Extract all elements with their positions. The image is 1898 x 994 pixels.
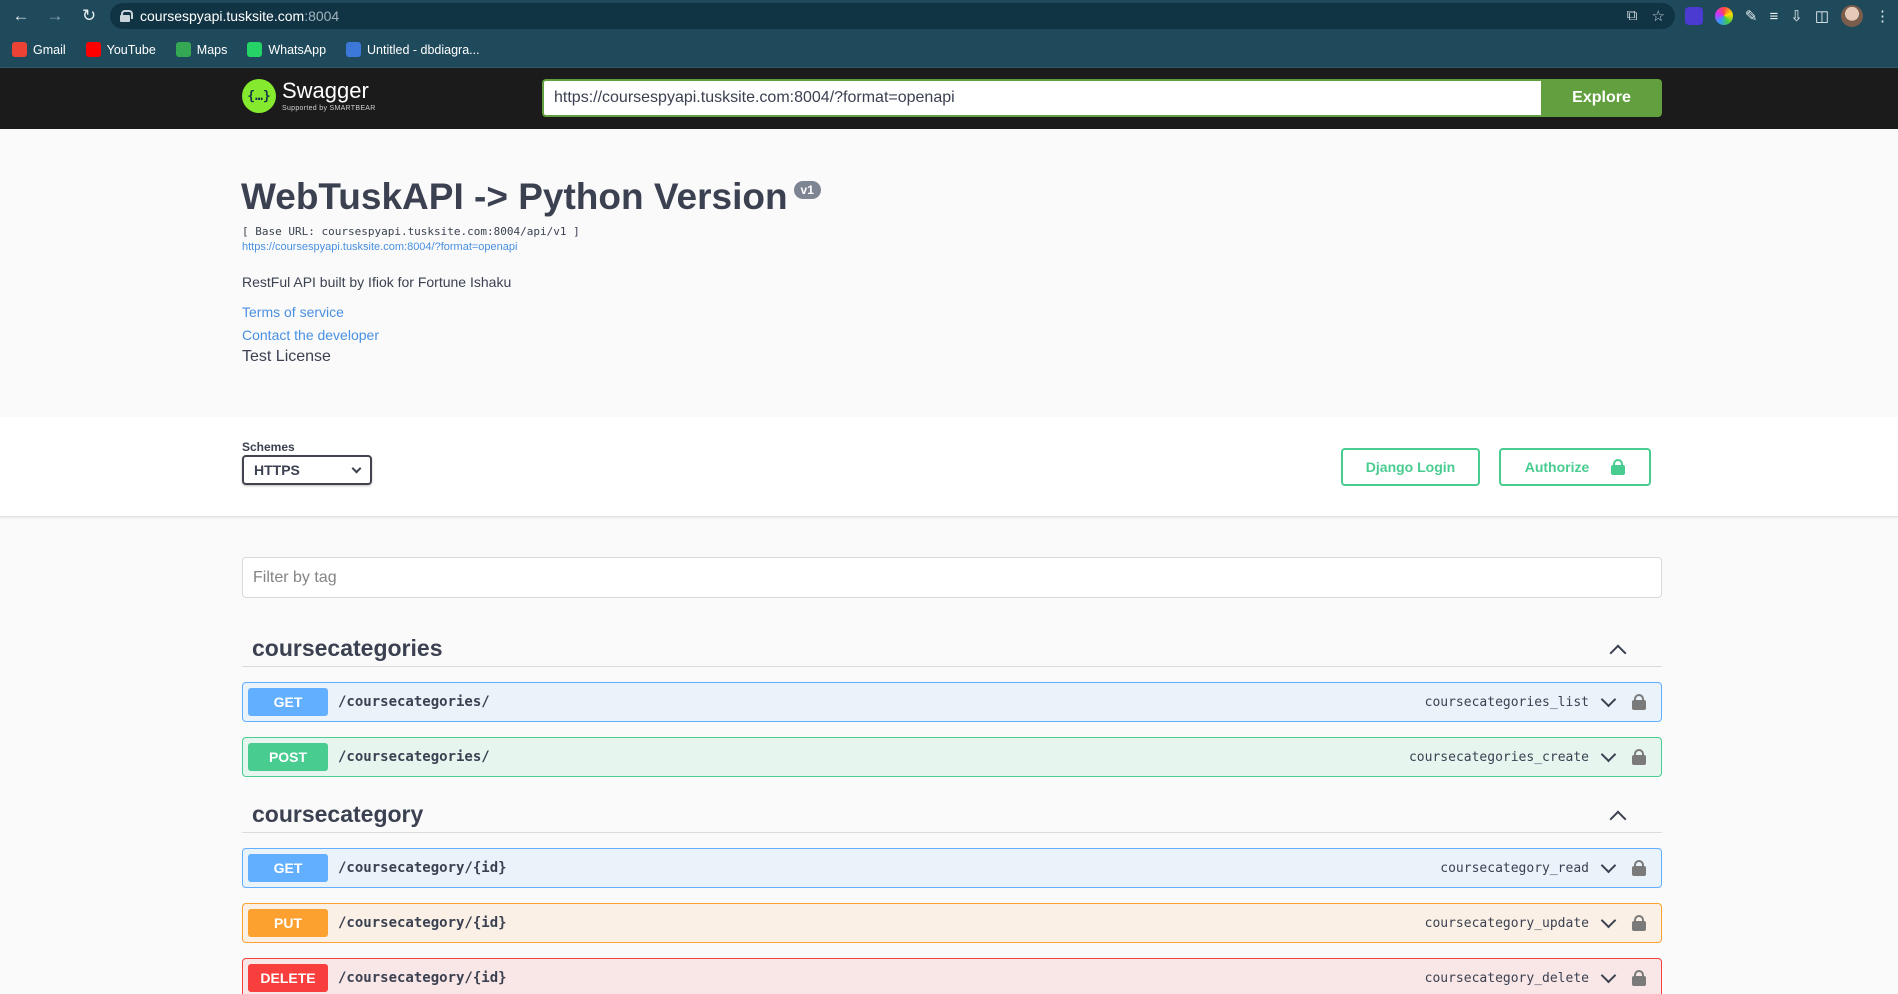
- method-badge: GET: [248, 688, 328, 716]
- method-badge: PUT: [248, 909, 328, 937]
- operation-get[interactable]: GET/coursecategories/coursecategories_li…: [242, 682, 1662, 722]
- browser-toolbar: ← → ↻ coursespyapi.tusksite.com:8004 ⧉ ☆…: [0, 0, 1898, 32]
- reading-list-icon[interactable]: ≡: [1769, 8, 1778, 25]
- bookmark-item[interactable]: Gmail: [12, 42, 66, 57]
- operation-post[interactable]: POST/coursecategories/coursecategories_c…: [242, 737, 1662, 777]
- bookmark-label: YouTube: [106, 42, 156, 57]
- page-title: WebTuskAPI -> Python Version: [241, 176, 788, 217]
- filter-input[interactable]: Filter by tag: [242, 557, 1662, 598]
- bookmarks-bar: Gmail YouTube Maps WhatsApp Untitled - dbdia…: [0, 32, 1898, 68]
- version-badge: v1: [793, 181, 821, 199]
- bookmark-label: Untitled - dbdiagra...: [367, 42, 480, 57]
- operation-put[interactable]: PUT/coursecategory/{id} coursecategory_up…: [242, 903, 1662, 943]
- chevron-up-icon[interactable]: [1609, 810, 1627, 827]
- lock-icon[interactable]: [1632, 749, 1646, 765]
- method-badge: DELETE: [248, 964, 328, 992]
- operation-path: /coursecategory/{id}: [338, 970, 507, 986]
- operation-delete[interactable]: DELETE/coursecategory/{id} coursecategory…: [242, 958, 1662, 994]
- whatsapp-icon: [247, 42, 263, 57]
- bookmark-item[interactable]: YouTube: [85, 42, 156, 57]
- operation-id: coursecategory_delete: [1424, 970, 1589, 986]
- spec-link[interactable]: https://coursespyapi.tusksite.com:8004/?…: [242, 241, 517, 253]
- bookmark-label: Maps: [196, 42, 228, 57]
- tag-header-coursecategories[interactable]: coursecategories: [242, 631, 1662, 667]
- schemes-bar: Schemes HTTPS Django Login Authorize: [0, 417, 1898, 517]
- lock-icon[interactable]: [1632, 694, 1646, 710]
- logo-word: Swagger: [282, 78, 369, 103]
- chevron-down-icon[interactable]: [1600, 967, 1617, 983]
- bookmark-item[interactable]: Untitled - dbdiagra...: [346, 42, 480, 57]
- logo-sub: Supported by SMARTBEAR: [282, 105, 376, 112]
- django-login-button[interactable]: Django Login: [1341, 448, 1480, 486]
- authorize-label: Authorize: [1524, 459, 1590, 475]
- swagger-topbar: {…} Swagger Supported by SMARTBEAR https…: [0, 68, 1898, 129]
- lock-icon[interactable]: [1632, 970, 1646, 986]
- url-host: coursespyapi.tusksite.com: [140, 8, 305, 24]
- contact-link[interactable]: Contact the developer: [242, 327, 379, 343]
- chevron-down-icon: [351, 463, 362, 473]
- forward-icon[interactable]: →: [42, 3, 68, 29]
- star-icon[interactable]: ☆: [1651, 7, 1664, 25]
- operation-path: /coursecategory/{id}: [338, 915, 507, 931]
- side-panel-icon[interactable]: ◫: [1815, 7, 1829, 25]
- bookmark-item[interactable]: Maps: [175, 42, 228, 57]
- spec-url-input[interactable]: https://coursespyapi.tusksite.com:8004/?…: [542, 79, 1541, 117]
- explore-button[interactable]: Explore: [1541, 79, 1662, 117]
- url-port: :8004: [304, 8, 340, 24]
- method-badge: POST: [248, 743, 328, 771]
- avatar[interactable]: [1841, 5, 1863, 27]
- authorize-button[interactable]: Authorize: [1499, 448, 1651, 486]
- chevron-down-icon[interactable]: [1600, 746, 1617, 762]
- schemes-label: Schemes: [242, 440, 295, 454]
- unlock-icon: [1611, 459, 1626, 475]
- swagger-logo[interactable]: {…} Swagger Supported by SMARTBEAR: [242, 79, 376, 113]
- tag-name: coursecategories: [252, 635, 443, 661]
- tag-header-coursecategory[interactable]: coursecategory: [242, 797, 1662, 833]
- method-badge: GET: [248, 854, 328, 882]
- base-url: [ Base URL: coursespyapi.tusksite.com:80…: [242, 225, 580, 238]
- chevron-down-icon[interactable]: [1600, 857, 1617, 873]
- operation-path: /coursecategories/: [338, 694, 490, 710]
- chevron-down-icon[interactable]: [1600, 691, 1617, 707]
- share-icon[interactable]: ⧉: [1627, 7, 1638, 25]
- menu-icon[interactable]: ⋮: [1875, 7, 1890, 25]
- operation-get[interactable]: GET/coursecategory/{id} coursecategory_re…: [242, 848, 1662, 888]
- terms-link[interactable]: Terms of service: [242, 304, 344, 320]
- lock-icon[interactable]: [120, 10, 133, 22]
- address-bar[interactable]: coursespyapi.tusksite.com:8004 ⧉ ☆: [110, 3, 1675, 29]
- color-extension-icon[interactable]: [1714, 7, 1733, 25]
- download-icon[interactable]: ⇩: [1790, 7, 1803, 25]
- swagger-logo-icon: {…}: [242, 79, 276, 113]
- tag-name: coursecategory: [252, 801, 424, 827]
- bookmark-label: WhatsApp: [268, 42, 327, 57]
- schemes-select[interactable]: HTTPS: [242, 455, 372, 485]
- maps-icon: [175, 42, 191, 57]
- lock-icon[interactable]: [1632, 860, 1646, 876]
- bookmark-label: Gmail: [33, 42, 66, 57]
- puzzle-icon[interactable]: ✎: [1745, 7, 1758, 25]
- chevron-down-icon[interactable]: [1600, 912, 1617, 928]
- operation-path: /coursecategory/{id}: [338, 860, 507, 876]
- operation-path: /coursecategories/: [338, 749, 490, 765]
- operation-id: coursecategory_read: [1440, 860, 1589, 876]
- operation-id: coursecategory_update: [1424, 915, 1589, 931]
- api-info: WebTuskAPI -> Python Version v1 [ Base U…: [0, 129, 1898, 417]
- api-description: RestFul API built by Ifiok for Fortune I…: [242, 274, 512, 290]
- schemes-selected: HTTPS: [254, 462, 300, 478]
- youtube-icon: [85, 42, 101, 57]
- extension-icon[interactable]: [1684, 7, 1703, 25]
- back-icon[interactable]: ←: [8, 3, 34, 29]
- operation-id: coursecategories_create: [1408, 749, 1589, 765]
- reload-icon[interactable]: ↻: [76, 3, 102, 29]
- operation-id: coursecategories_list: [1424, 694, 1589, 710]
- chevron-up-icon[interactable]: [1609, 644, 1627, 661]
- lock-icon[interactable]: [1632, 915, 1646, 931]
- dbdiagram-icon: [346, 42, 362, 57]
- license-text: Test License: [242, 348, 331, 365]
- gmail-icon: [12, 42, 27, 57]
- bookmark-item[interactable]: WhatsApp: [247, 42, 326, 57]
